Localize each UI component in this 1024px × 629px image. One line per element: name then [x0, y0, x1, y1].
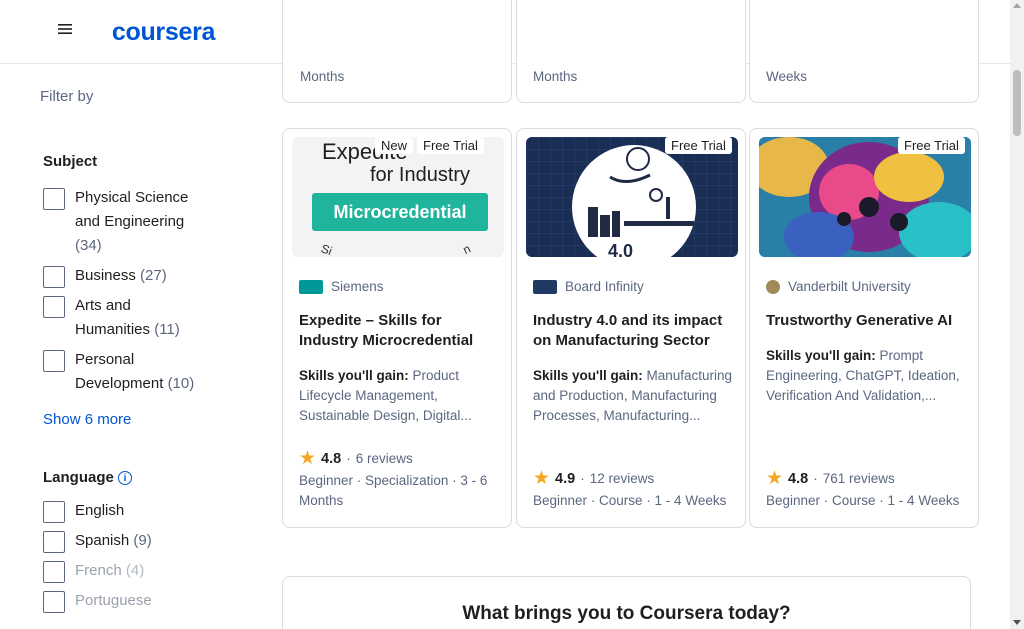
review-count: 6 reviews — [355, 451, 413, 466]
subject-option-business[interactable]: Business (27) — [75, 264, 167, 288]
industry-thumbnail-graphic: 4.0 — [526, 137, 738, 257]
free-trial-badge: Free Trial — [898, 137, 965, 154]
review-count: 761 reviews — [822, 471, 895, 486]
hamburger-menu-button[interactable] — [46, 6, 84, 52]
partner-row: Vanderbilt University — [766, 279, 911, 294]
coursera-logo: coursera — [111, 17, 216, 46]
course-card-trustworthy-ai[interactable]: Free Trial Vanderbilt University Trustwo… — [749, 128, 979, 528]
partner-name: Board Infinity — [565, 279, 644, 294]
language-count: (9) — [133, 532, 152, 549]
image-band-text: Microcredential — [333, 202, 466, 222]
free-trial-badge: Free Trial — [417, 137, 484, 154]
course-meta: Beginner · Specialization · 3 - 6 Months — [299, 473, 488, 508]
subject-checkbox-personal-development[interactable] — [43, 350, 65, 372]
card-duration: Months — [533, 69, 578, 84]
image-label: 4.0 — [608, 241, 633, 257]
subject-option-personal-development[interactable]: Personal Development (10) — [75, 348, 200, 396]
course-card-expedite[interactable]: Expedite for Industry Microcredential Si… — [282, 128, 512, 528]
expedite-thumbnail-graphic: Expedite for Industry Microcredential Si… — [292, 137, 504, 257]
skills-text: Skills you'll gain: Manufacturing and Pr… — [533, 368, 733, 423]
subject-filter-title: Subject — [43, 153, 98, 170]
scroll-thumb[interactable] — [1013, 70, 1021, 136]
language-checkbox-french[interactable] — [43, 561, 65, 583]
board-infinity-logo-icon — [533, 279, 557, 294]
filter-by-heading: Filter by — [40, 88, 94, 105]
what-brings-you-section: What brings you to Coursera today? — [282, 576, 971, 629]
subject-count: (34) — [75, 237, 102, 254]
image-text-2: for Industry — [370, 164, 470, 186]
star-icon: ★ — [299, 448, 317, 469]
badge-row: Free Trial — [665, 137, 732, 154]
course-title[interactable]: Industry 4.0 and its impact on Manufactu… — [533, 311, 729, 351]
info-icon[interactable]: i — [118, 471, 132, 485]
badge-row: Free Trial — [898, 137, 965, 154]
subject-option-arts[interactable]: Arts and Humanities (11) — [75, 294, 190, 342]
card-duration: Months — [300, 69, 345, 84]
partner-name: Vanderbilt University — [788, 279, 911, 294]
subject-option-physical-science[interactable]: Physical Science and Engineering (34) — [75, 186, 190, 258]
rating-row: ★ 4.8 · 6 reviews — [299, 448, 413, 469]
scroll-up-arrow-icon[interactable] — [1013, 3, 1021, 8]
star-icon: ★ — [533, 468, 551, 489]
course-image-expedite: Expedite for Industry Microcredential Si… — [292, 137, 504, 257]
new-badge: New — [375, 137, 414, 154]
language-option-english[interactable]: English — [75, 499, 124, 523]
language-checkbox-portuguese[interactable] — [43, 591, 65, 613]
course-meta: Beginner · Course · 1 - 4 Weeks — [766, 493, 960, 508]
show-more-subjects-link[interactable]: Show 6 more — [43, 411, 131, 428]
badge-row: New Free Trial — [375, 137, 484, 154]
language-option-spanish[interactable]: Spanish (9) — [75, 529, 152, 553]
subject-count: (10) — [167, 375, 195, 392]
language-option-portuguese[interactable]: Portuguese — [75, 589, 152, 613]
page-scrollbar[interactable] — [1010, 0, 1024, 629]
card-duration: Weeks — [766, 69, 808, 84]
language-option-french[interactable]: French (4) — [75, 559, 144, 583]
partner-name: Siemens — [331, 279, 384, 294]
course-card-top-2[interactable]: Months — [516, 0, 746, 103]
generative-ai-thumbnail-graphic — [759, 137, 971, 257]
rating-value: 4.9 — [555, 470, 576, 487]
free-trial-badge: Free Trial — [665, 137, 732, 154]
skills-text: Skills you'll gain: Product Lifecycle Ma… — [299, 368, 472, 423]
coursera-logo-link[interactable]: coursera — [84, 6, 243, 58]
rating-row: ★ 4.8 · 761 reviews — [766, 468, 895, 489]
subject-checkbox-physical-science[interactable] — [43, 188, 65, 210]
language-checkbox-english[interactable] — [43, 501, 65, 523]
scroll-down-arrow-icon[interactable] — [1013, 620, 1021, 625]
star-icon: ★ — [766, 468, 784, 489]
what-brings-you-heading: What brings you to Coursera today? — [462, 603, 791, 624]
course-title[interactable]: Expedite – Skills for Industry Microcred… — [299, 311, 495, 351]
rating-value: 4.8 — [788, 470, 809, 487]
course-image-trustworthy-ai — [759, 137, 971, 257]
menu-icon — [58, 24, 72, 34]
subject-checkbox-arts[interactable] — [43, 296, 65, 318]
course-card-top-3[interactable]: Weeks — [749, 0, 979, 103]
language-checkbox-spanish[interactable] — [43, 531, 65, 553]
review-count: 12 reviews — [589, 471, 655, 486]
course-card-industry-4[interactable]: 4.0 Free Trial Board Infinity Industry 4… — [516, 128, 746, 528]
skills-text: Skills you'll gain: Prompt Engineering, … — [766, 348, 960, 403]
rating-value: 4.8 — [321, 450, 342, 467]
course-image-industry-4: 4.0 — [526, 137, 738, 257]
subject-checkbox-business[interactable] — [43, 266, 65, 288]
partner-row: Board Infinity — [533, 279, 644, 294]
subject-count: (27) — [140, 267, 167, 284]
partner-row: Siemens — [299, 279, 384, 294]
language-count: (4) — [125, 562, 145, 579]
course-meta: Beginner · Course · 1 - 4 Weeks — [533, 493, 727, 508]
vanderbilt-logo-icon — [766, 279, 780, 294]
course-card-top-1[interactable]: Months — [282, 0, 512, 103]
siemens-logo-icon — [299, 279, 323, 294]
course-title[interactable]: Trustworthy Generative AI — [766, 311, 962, 331]
rating-row: ★ 4.9 · 12 reviews — [533, 468, 655, 489]
subject-count: (11) — [154, 321, 180, 338]
language-filter-title: Language — [43, 469, 114, 486]
